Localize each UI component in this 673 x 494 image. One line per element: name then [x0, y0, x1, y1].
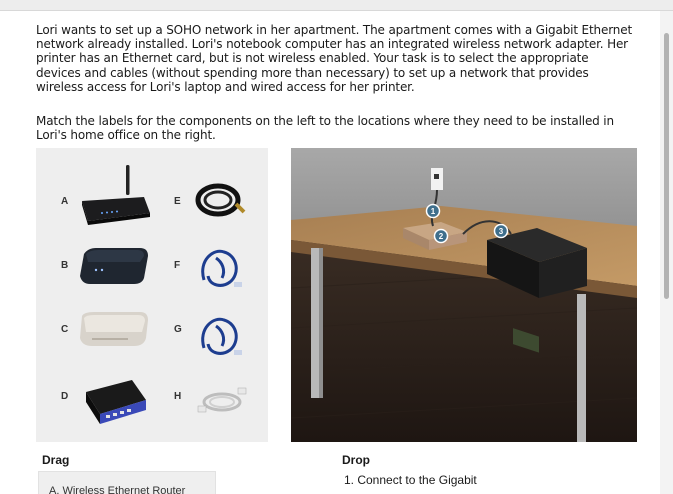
label-h: H: [174, 391, 182, 402]
switch-icon[interactable]: [76, 370, 154, 428]
drag-item-label: A. Wireless Ethernet Router: [49, 485, 186, 494]
ethernet-cable-icon[interactable]: [194, 240, 250, 296]
phone-cable-icon[interactable]: [196, 380, 256, 420]
router-icon[interactable]: [74, 240, 154, 290]
marker-3: 3: [499, 227, 504, 236]
drag-item[interactable]: A. Wireless Ethernet Router: [38, 471, 216, 494]
instruction-paragraph: Lori wants to set up a SOHO network in h…: [36, 23, 633, 94]
drop-heading: Drop: [342, 453, 370, 467]
label-e: E: [174, 196, 181, 207]
label-c: C: [61, 324, 69, 335]
scrollbar-thumb[interactable]: [664, 33, 669, 299]
crossover-cable-icon[interactable]: [194, 308, 250, 364]
modem-icon[interactable]: [74, 308, 154, 350]
label-g: G: [174, 324, 182, 335]
components-panel: A B C D E F G H: [36, 148, 268, 442]
label-b: B: [61, 260, 69, 271]
label-f: F: [174, 260, 181, 271]
drop-step-1[interactable]: 1. Connect to the Gigabit: [344, 473, 477, 487]
coax-cable-icon[interactable]: [190, 176, 250, 226]
wireless-router-icon[interactable]: [76, 163, 156, 233]
drag-heading: Drag: [42, 453, 70, 467]
marker-1: 1: [431, 207, 436, 216]
label-a: A: [61, 196, 69, 207]
home-office-scene: 1 2 3: [291, 148, 637, 442]
label-d: D: [61, 391, 69, 402]
marker-2: 2: [439, 232, 444, 241]
question-content: Lori wants to set up a SOHO network in h…: [0, 11, 660, 494]
top-bar: [0, 0, 673, 11]
match-instruction: Match the labels for the components on t…: [36, 114, 614, 143]
